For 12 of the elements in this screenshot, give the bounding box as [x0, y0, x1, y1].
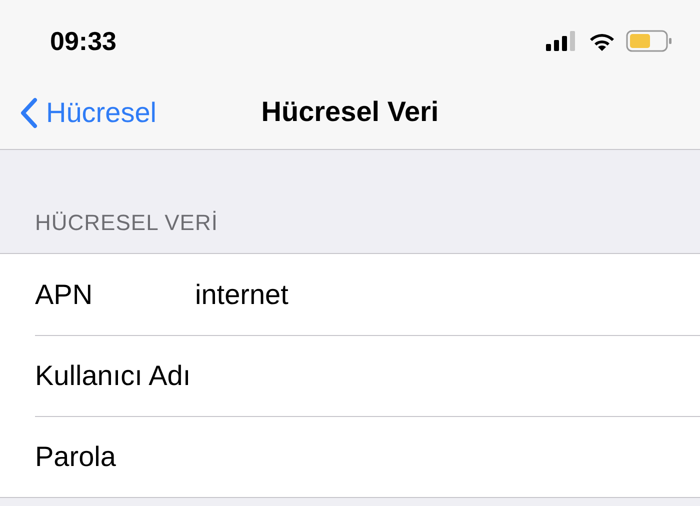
chevron-left-icon — [20, 97, 38, 129]
wifi-icon — [588, 31, 616, 51]
back-button[interactable]: Hücresel — [20, 92, 156, 134]
row-label: Parola — [35, 440, 117, 474]
signal-icon — [546, 31, 578, 51]
input-field[interactable]: internet — [195, 274, 595, 316]
nav-title: Hücresel Veri — [261, 94, 439, 128]
row-label: APN — [35, 278, 94, 312]
battery-icon — [626, 30, 672, 52]
status-time: 09:33 — [50, 24, 116, 58]
row-label: Kullanıcı Adı — [35, 359, 192, 393]
section-header: HÜCRESEL VERİ — [35, 209, 218, 237]
